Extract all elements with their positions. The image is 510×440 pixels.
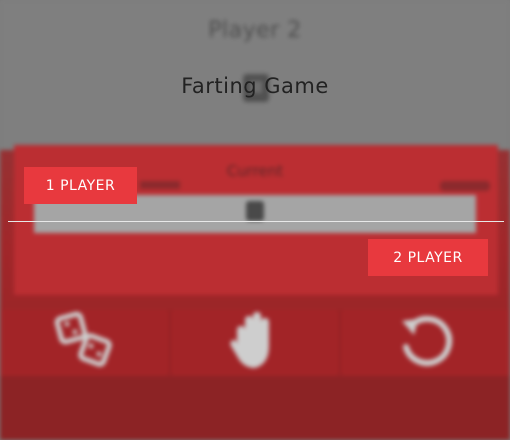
dim-overlay — [0, 0, 510, 440]
one-player-button[interactable]: 1 PLAYER — [24, 167, 137, 204]
game-title: Farting Game — [181, 74, 329, 98]
two-player-button[interactable]: 2 PLAYER — [368, 239, 488, 276]
divider-line — [8, 221, 504, 222]
